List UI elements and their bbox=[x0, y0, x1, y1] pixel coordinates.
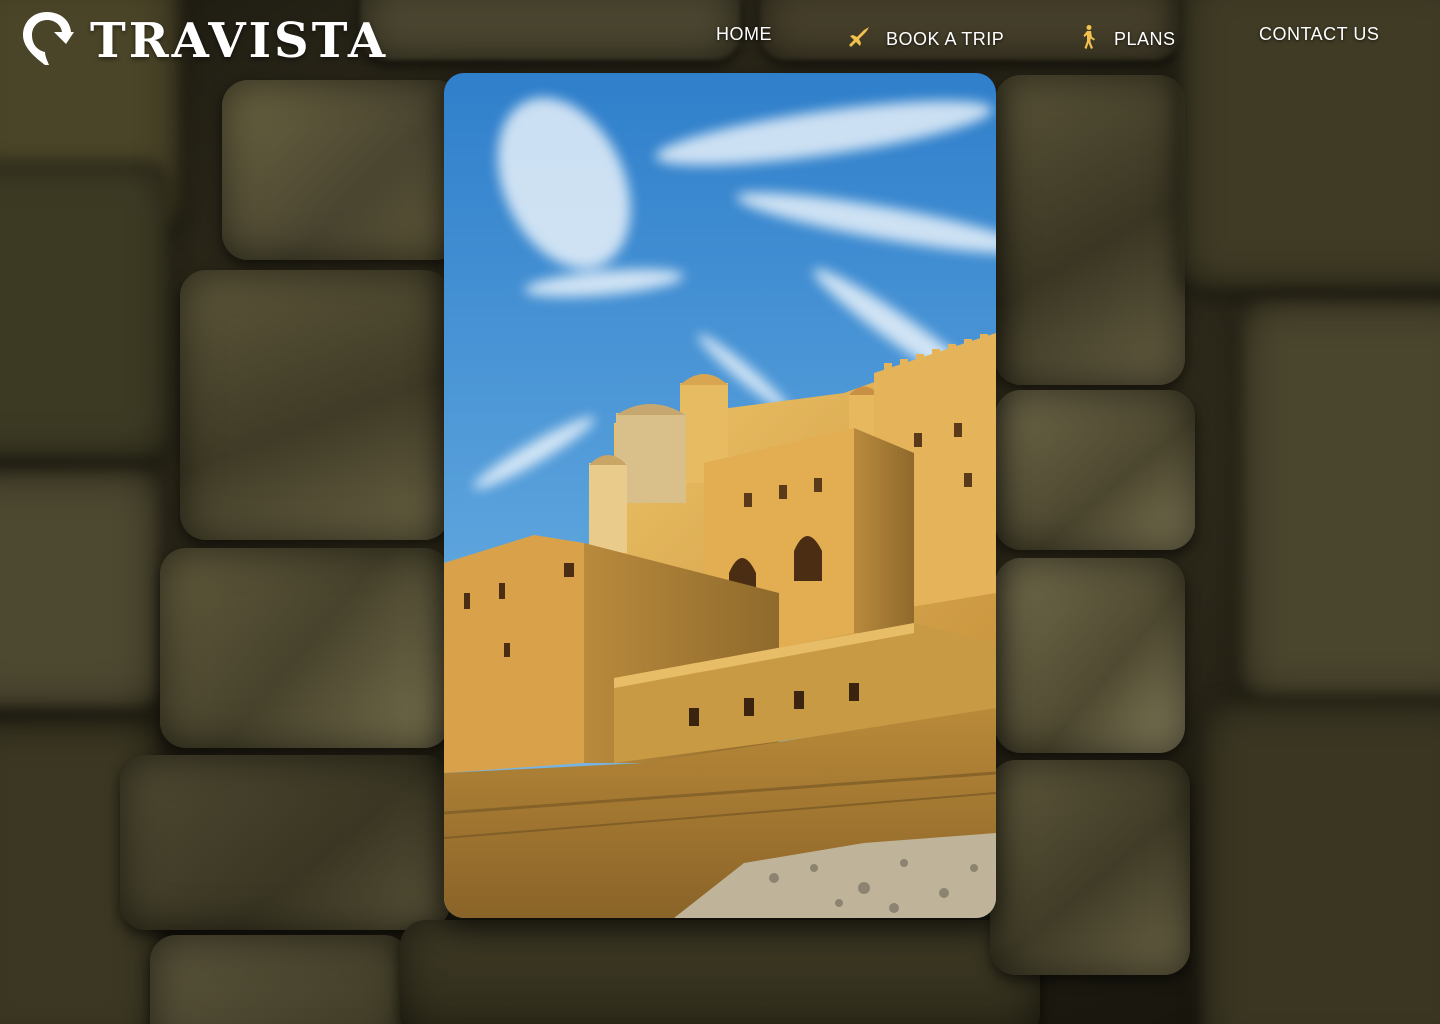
nav-contact-us[interactable]: CONTACT US bbox=[1259, 24, 1379, 45]
nav-book-label: BOOK A TRIP bbox=[886, 29, 1005, 49]
hiker-icon bbox=[1078, 24, 1100, 55]
hero-photo-card bbox=[444, 73, 996, 918]
airplane-icon bbox=[846, 24, 872, 55]
brand-logo[interactable]: TRAVISTA bbox=[18, 8, 388, 73]
map-pin-icon bbox=[18, 8, 76, 73]
nav-contact-label: CONTACT US bbox=[1259, 24, 1380, 44]
nav-plans[interactable]: PLANS bbox=[1078, 24, 1176, 55]
top-nav: TRAVISTA HOME BOOK A TRIP PLANS CONTACT … bbox=[0, 0, 1440, 72]
nav-home-label: HOME bbox=[716, 24, 772, 44]
page: TRAVISTA HOME BOOK A TRIP PLANS CONTACT … bbox=[0, 0, 1440, 1024]
brand-name: TRAVISTA bbox=[90, 12, 389, 69]
fort-photo bbox=[444, 73, 996, 918]
nav-book-a-trip[interactable]: BOOK A TRIP bbox=[846, 24, 1004, 55]
nav-home[interactable]: HOME bbox=[716, 24, 772, 45]
nav-plans-label: PLANS bbox=[1114, 29, 1176, 49]
